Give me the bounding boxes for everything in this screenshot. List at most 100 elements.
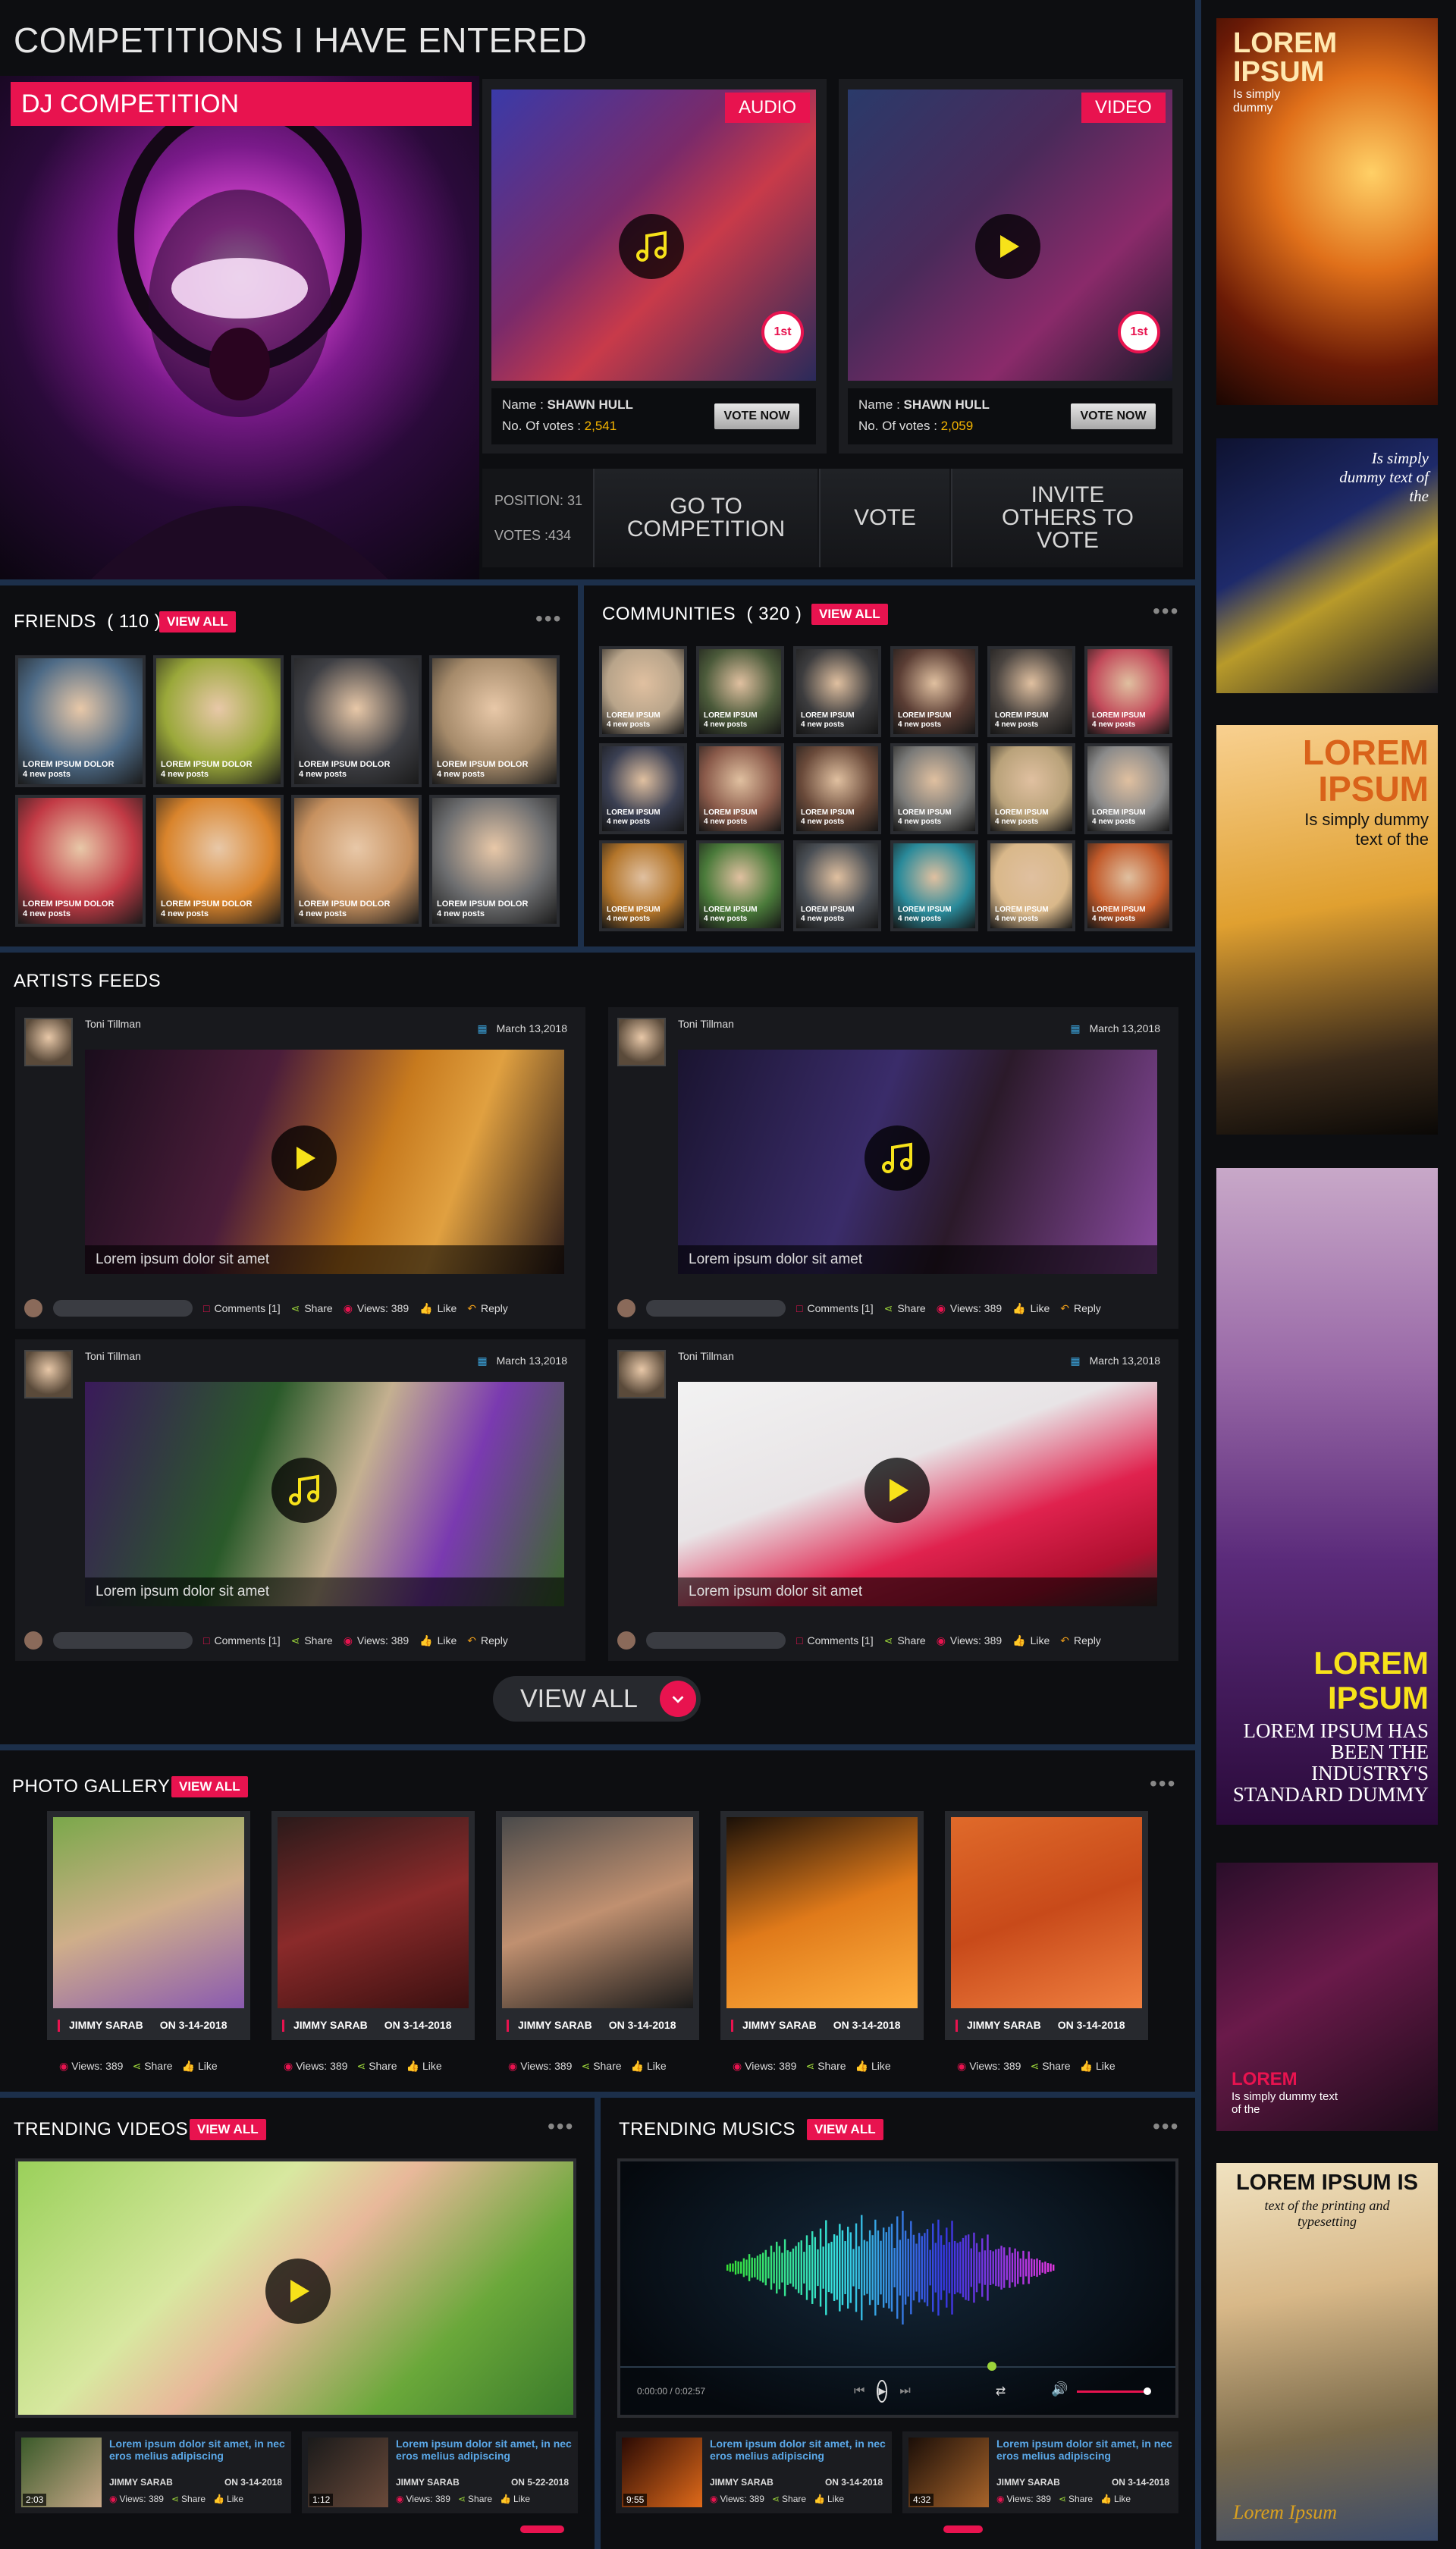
author-name[interactable]: Toni Tillman bbox=[678, 1018, 734, 1030]
trending-thumb[interactable]: 2:03 bbox=[21, 2438, 102, 2507]
gallery-photo[interactable] bbox=[53, 1817, 244, 2008]
volume-icon[interactable]: 🔊 bbox=[1051, 2381, 1068, 2397]
vote-now-button[interactable]: VOTE NOW bbox=[1071, 403, 1156, 429]
gallery-card[interactable]: JIMMY SARAB ON 3-14-2018 bbox=[496, 1811, 699, 2040]
trending-thumb[interactable]: 1:12 bbox=[308, 2438, 388, 2507]
trending-title[interactable]: Lorem ipsum dolor sit amet, in nec eros … bbox=[710, 2438, 886, 2462]
friend-card[interactable]: LOREM IPSUM DOLOR 4 new posts bbox=[153, 795, 284, 927]
more-options-icon[interactable]: ••• bbox=[1150, 1772, 1176, 1796]
views-action[interactable]: ◉ Views: 389 bbox=[937, 1634, 1002, 1647]
community-card[interactable]: LOREM IPSUM 4 new posts bbox=[793, 840, 881, 931]
share-action[interactable]: ⋖ Share bbox=[1030, 2060, 1070, 2072]
more-options-icon[interactable]: ••• bbox=[1153, 2114, 1179, 2139]
author-avatar[interactable] bbox=[24, 1350, 73, 1398]
gallery-view-all-button[interactable]: VIEW ALL bbox=[171, 1776, 248, 1797]
trending-item[interactable]: 9:55 Lorem ipsum dolor sit amet, in nec e… bbox=[616, 2431, 892, 2513]
trending-item[interactable]: 1:12 Lorem ipsum dolor sit amet, in nec e… bbox=[302, 2431, 578, 2513]
friend-card[interactable]: LOREM IPSUM DOLOR 4 new posts bbox=[15, 655, 146, 787]
friend-card[interactable]: LOREM IPSUM DOLOR 4 new posts bbox=[429, 655, 560, 787]
friend-card[interactable]: LOREM IPSUM DOLOR 4 new posts bbox=[291, 795, 422, 927]
share-action[interactable]: ⋖ Share bbox=[581, 2060, 621, 2072]
views-action[interactable]: ◉ Views: 389 bbox=[59, 2060, 123, 2072]
share-action[interactable]: ⋖ Share bbox=[458, 2494, 492, 2504]
author-name[interactable]: Toni Tillman bbox=[678, 1350, 734, 1362]
share-action[interactable]: ⋖ Share bbox=[805, 2060, 846, 2072]
author-avatar[interactable] bbox=[24, 1018, 73, 1066]
progress-handle[interactable] bbox=[987, 2362, 996, 2371]
community-card[interactable]: LOREM IPSUM 4 new posts bbox=[599, 840, 687, 931]
friend-card[interactable]: LOREM IPSUM DOLOR 4 new posts bbox=[15, 795, 146, 927]
ad-banner-2[interactable]: Is simply dummy text of the bbox=[1216, 438, 1438, 693]
friend-card[interactable]: LOREM IPSUM DOLOR 4 new posts bbox=[291, 655, 422, 787]
trending-title[interactable]: Lorem ipsum dolor sit amet, in nec eros … bbox=[396, 2438, 572, 2462]
more-options-icon[interactable]: ••• bbox=[548, 2114, 574, 2139]
views-action[interactable]: ◉ Views: 389 bbox=[344, 1634, 409, 1647]
ad-banner-5[interactable]: LOREM Is simply dummy text of the bbox=[1216, 1863, 1438, 2131]
gallery-photo[interactable] bbox=[502, 1817, 693, 2008]
volume-handle[interactable] bbox=[1144, 2387, 1151, 2395]
like-action[interactable]: 👍 Like bbox=[631, 2060, 667, 2072]
go-to-competition-button[interactable]: GO TO COMPETITION bbox=[593, 469, 817, 567]
share-action[interactable]: ⋖ Share bbox=[884, 1634, 926, 1647]
author-name[interactable]: Toni Tillman bbox=[85, 1350, 141, 1362]
share-action[interactable]: ⋖ Share bbox=[171, 2494, 206, 2504]
community-card[interactable]: LOREM IPSUM 4 new posts bbox=[890, 840, 978, 931]
play-icon[interactable] bbox=[975, 214, 1040, 279]
trending-title[interactable]: Lorem ipsum dolor sit amet, in nec eros … bbox=[996, 2438, 1172, 2462]
comment-action[interactable]: □ Comments [1] bbox=[203, 1302, 281, 1314]
views-action[interactable]: ◉ Views: 389 bbox=[710, 2494, 764, 2504]
community-card[interactable]: LOREM IPSUM 4 new posts bbox=[599, 646, 687, 737]
comment-input[interactable] bbox=[646, 1300, 786, 1317]
trending-item[interactable]: 2:03 Lorem ipsum dolor sit amet, in nec e… bbox=[15, 2431, 291, 2513]
like-action[interactable]: 👍 Like bbox=[814, 2494, 844, 2504]
progress-track[interactable] bbox=[620, 2366, 1175, 2368]
like-action[interactable]: 👍 Like bbox=[855, 2060, 891, 2072]
post-media[interactable]: Lorem ipsum dolor sit amet bbox=[85, 1382, 564, 1606]
play-icon[interactable] bbox=[265, 2259, 331, 2324]
share-action[interactable]: ⋖ Share bbox=[132, 2060, 172, 2072]
community-card[interactable]: LOREM IPSUM 4 new posts bbox=[1084, 840, 1172, 931]
music-note-icon[interactable] bbox=[619, 214, 684, 279]
comment-action[interactable]: □ Comments [1] bbox=[796, 1634, 874, 1646]
views-action[interactable]: ◉ Views: 389 bbox=[284, 2060, 347, 2072]
vote-button[interactable]: VOTE bbox=[819, 469, 949, 567]
comment-input[interactable] bbox=[53, 1632, 193, 1649]
comment-action[interactable]: □ Comments [1] bbox=[796, 1302, 874, 1314]
community-card[interactable]: LOREM IPSUM 4 new posts bbox=[793, 743, 881, 834]
share-action[interactable]: ⋖ Share bbox=[772, 2494, 806, 2504]
views-action[interactable]: ◉ Views: 389 bbox=[996, 2494, 1051, 2504]
like-action[interactable]: 👍 Like bbox=[406, 2060, 442, 2072]
views-action[interactable]: ◉ Views: 389 bbox=[396, 2494, 450, 2504]
carousel-indicator[interactable] bbox=[943, 2525, 983, 2533]
feeds-view-all-button[interactable]: VIEW ALL bbox=[493, 1676, 701, 1722]
comment-action[interactable]: □ Comments [1] bbox=[203, 1634, 281, 1646]
communities-view-all-button[interactable]: VIEW ALL bbox=[811, 604, 888, 625]
community-card[interactable]: LOREM IPSUM 4 new posts bbox=[987, 646, 1075, 737]
play-icon[interactable] bbox=[271, 1125, 337, 1191]
reply-action[interactable]: ↶ Reply bbox=[467, 1634, 508, 1647]
like-action[interactable]: 👍 Like bbox=[1012, 1634, 1050, 1647]
trending-thumb[interactable]: 9:55 bbox=[622, 2438, 702, 2507]
music-note-icon[interactable] bbox=[271, 1458, 337, 1523]
like-action[interactable]: 👍 Like bbox=[419, 1302, 457, 1315]
friends-view-all-button[interactable]: VIEW ALL bbox=[159, 611, 236, 633]
share-action[interactable]: ⋖ Share bbox=[291, 1302, 333, 1315]
share-action[interactable]: ⋖ Share bbox=[356, 2060, 397, 2072]
gallery-card[interactable]: JIMMY SARAB ON 3-14-2018 bbox=[47, 1811, 250, 2040]
community-card[interactable]: LOREM IPSUM 4 new posts bbox=[696, 743, 784, 834]
author-avatar[interactable] bbox=[617, 1018, 666, 1066]
previous-icon[interactable]: ⏮ bbox=[854, 2384, 864, 2398]
author-avatar[interactable] bbox=[617, 1350, 666, 1398]
post-media[interactable]: Lorem ipsum dolor sit amet bbox=[678, 1050, 1157, 1274]
reply-action[interactable]: ↶ Reply bbox=[467, 1302, 508, 1315]
more-options-icon[interactable]: ••• bbox=[535, 607, 562, 631]
more-options-icon[interactable]: ••• bbox=[1153, 599, 1179, 623]
like-action[interactable]: 👍 Like bbox=[500, 2494, 530, 2504]
comment-input[interactable] bbox=[53, 1300, 193, 1317]
videos-view-all-button[interactable]: VIEW ALL bbox=[190, 2119, 266, 2140]
next-icon[interactable]: ⏭ bbox=[899, 2384, 910, 2398]
music-note-icon[interactable] bbox=[864, 1125, 930, 1191]
community-card[interactable]: LOREM IPSUM 4 new posts bbox=[1084, 646, 1172, 737]
gallery-photo[interactable] bbox=[726, 1817, 918, 2008]
like-action[interactable]: 👍 Like bbox=[1100, 2494, 1131, 2504]
